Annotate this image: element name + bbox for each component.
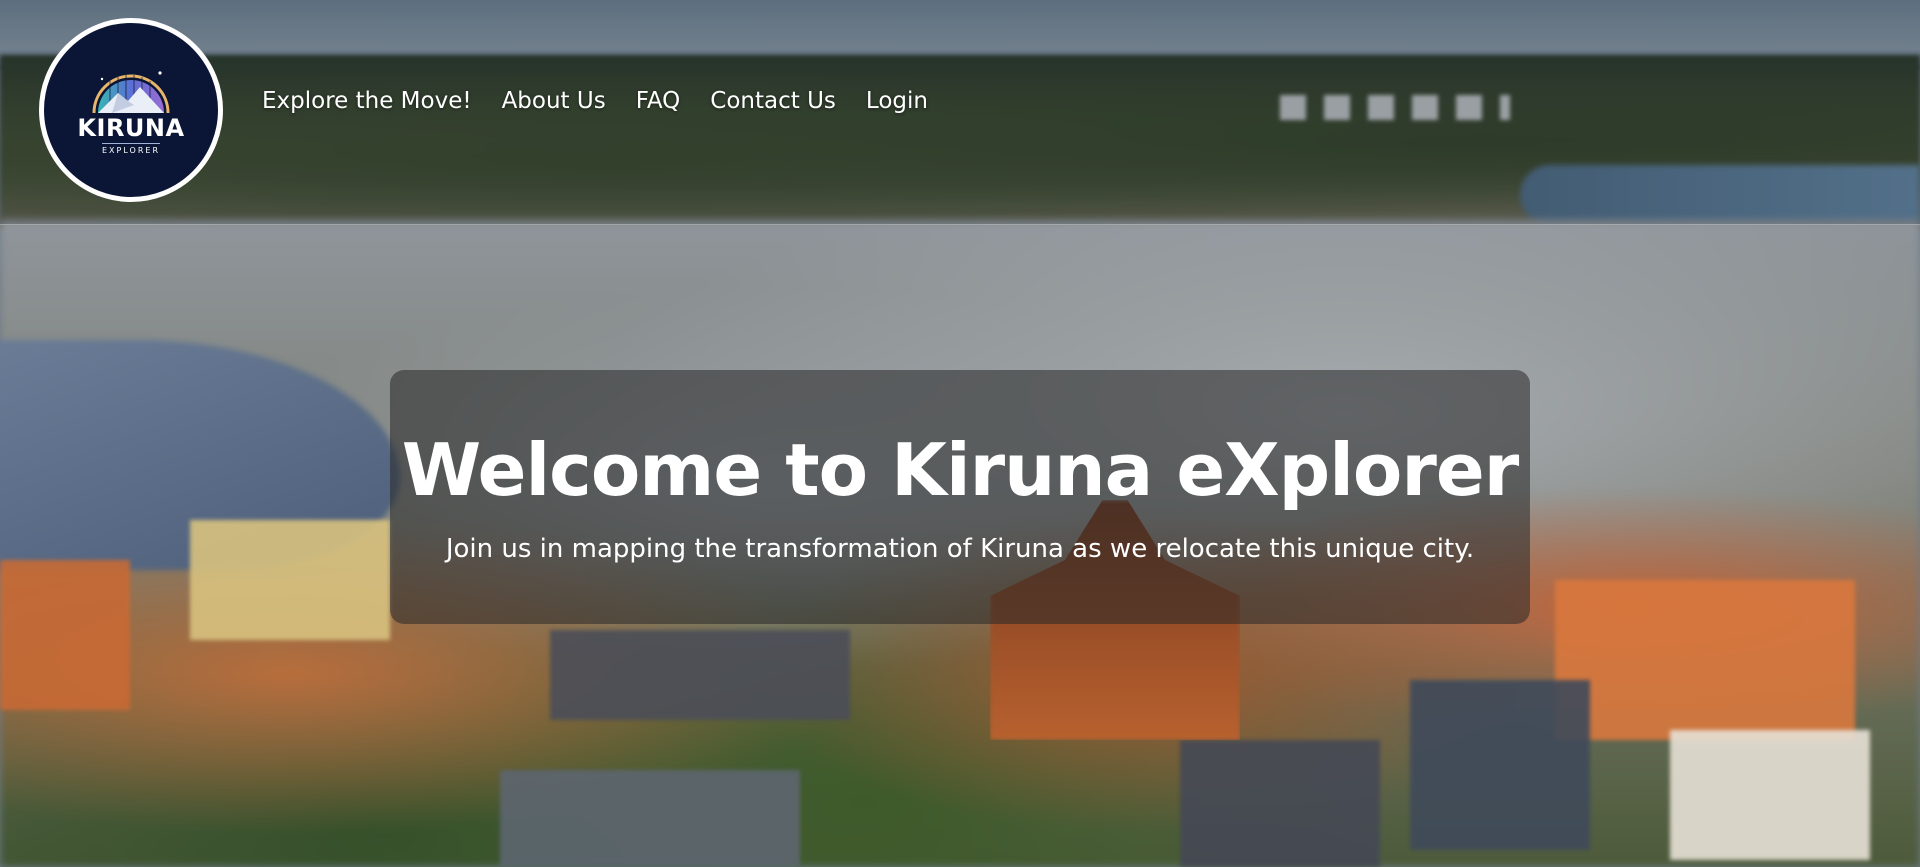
building (1180, 740, 1380, 867)
kiruna-explorer-logo[interactable]: KIRUNA EXPLORER (39, 18, 223, 202)
logo-title: KIRUNA (77, 114, 185, 142)
building (0, 560, 130, 710)
aurora-mountain-icon (92, 71, 170, 114)
building (500, 770, 800, 867)
site-header: KIRUNA EXPLORER Explore the Move! About … (0, 0, 1920, 225)
building (190, 520, 390, 640)
nav-contact-us[interactable]: Contact Us (710, 88, 836, 114)
building (1555, 580, 1855, 740)
welcome-title: Welcome to Kiruna eXplorer (401, 428, 1519, 512)
nav-faq[interactable]: FAQ (636, 88, 681, 114)
welcome-subtitle: Join us in mapping the transformation of… (445, 534, 1475, 564)
building (1670, 730, 1870, 860)
nav-about-us[interactable]: About Us (502, 88, 606, 114)
nav-login[interactable]: Login (866, 88, 928, 114)
main-navigation: Explore the Move! About Us FAQ Contact U… (262, 88, 958, 114)
welcome-panel: Welcome to Kiruna eXplorer Join us in ma… (390, 370, 1530, 624)
logo-subtitle: EXPLORER (102, 143, 160, 155)
building (550, 630, 850, 720)
nav-explore-the-move[interactable]: Explore the Move! (262, 88, 472, 114)
building (1410, 680, 1590, 850)
